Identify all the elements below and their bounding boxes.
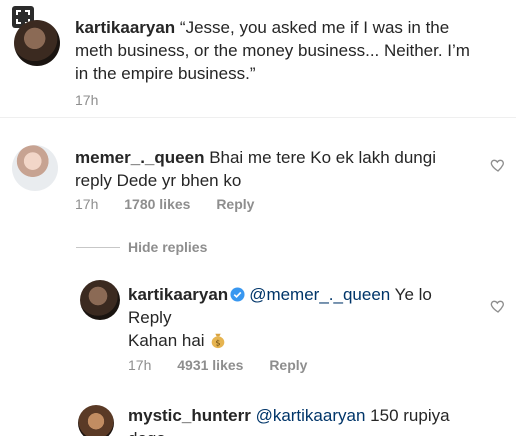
- comment-meta: 17h 1780 likes Reply: [75, 196, 276, 212]
- hide-replies-button[interactable]: Hide replies: [76, 239, 207, 255]
- caption-time: 17h: [75, 92, 99, 108]
- comment-line2: reply Dede yr bhen ko: [75, 171, 242, 190]
- heart-icon[interactable]: [490, 298, 506, 314]
- comment-text: memer_._queen Bhai me tere Ko ek lakh du…: [75, 146, 475, 192]
- reply-line3: Kahan hai: [128, 331, 205, 350]
- reply-meta: 17h 4931 likes Reply: [128, 357, 329, 373]
- instagram-comments-view: kartikaaryan “Jesse, you asked me if I w…: [0, 0, 516, 436]
- divider: [0, 117, 516, 118]
- caption-meta: 17h: [75, 92, 120, 108]
- next-text: 150 rupiya: [370, 406, 450, 425]
- reply-likes[interactable]: 4931 likes: [177, 357, 243, 373]
- avatar[interactable]: [78, 405, 114, 436]
- money-bag-emoji: $: [212, 333, 225, 349]
- verified-badge-icon: [230, 287, 245, 302]
- comment-time: 17h: [75, 196, 99, 212]
- reply-username[interactable]: kartikaaryan: [128, 285, 228, 304]
- next-mention[interactable]: @kartikaaryan: [256, 406, 366, 425]
- caption-line2: meth business, or the money business... …: [75, 41, 470, 60]
- next-username[interactable]: mystic_hunterr: [128, 406, 251, 425]
- caption-text: kartikaaryan “Jesse, you asked me if I w…: [75, 16, 505, 85]
- avatar[interactable]: [14, 20, 60, 66]
- heart-icon[interactable]: [490, 157, 506, 173]
- caption-line1: “Jesse, you asked me if I was in the: [179, 18, 450, 37]
- reply-line2: Reply: [128, 308, 172, 327]
- reply-text: Ye lo: [394, 285, 432, 304]
- avatar[interactable]: [80, 280, 120, 320]
- comment-reply-button[interactable]: Reply: [216, 196, 254, 212]
- caption-line3: in the empire business.”: [75, 64, 256, 83]
- comment-username[interactable]: memer_._queen: [75, 148, 204, 167]
- comment-line1: Bhai me tere Ko ek lakh dungi: [209, 148, 436, 167]
- avatar[interactable]: [12, 145, 58, 191]
- reply-time: 17h: [128, 357, 152, 373]
- hide-replies-line: [76, 246, 120, 248]
- caption-username[interactable]: kartikaaryan: [75, 18, 175, 37]
- svg-text:$: $: [216, 337, 221, 347]
- reply-reply-button[interactable]: Reply: [269, 357, 307, 373]
- next-line2: dega: [128, 429, 166, 436]
- next-comment-text: mystic_hunterr @kartikaaryan 150 rupiya …: [128, 404, 488, 436]
- reply-comment-text: kartikaaryan @memer_._queen Ye lo Reply K…: [128, 283, 488, 352]
- reply-mention[interactable]: @memer_._queen: [249, 285, 390, 304]
- hide-replies-label[interactable]: Hide replies: [128, 239, 207, 255]
- comment-likes[interactable]: 1780 likes: [124, 196, 190, 212]
